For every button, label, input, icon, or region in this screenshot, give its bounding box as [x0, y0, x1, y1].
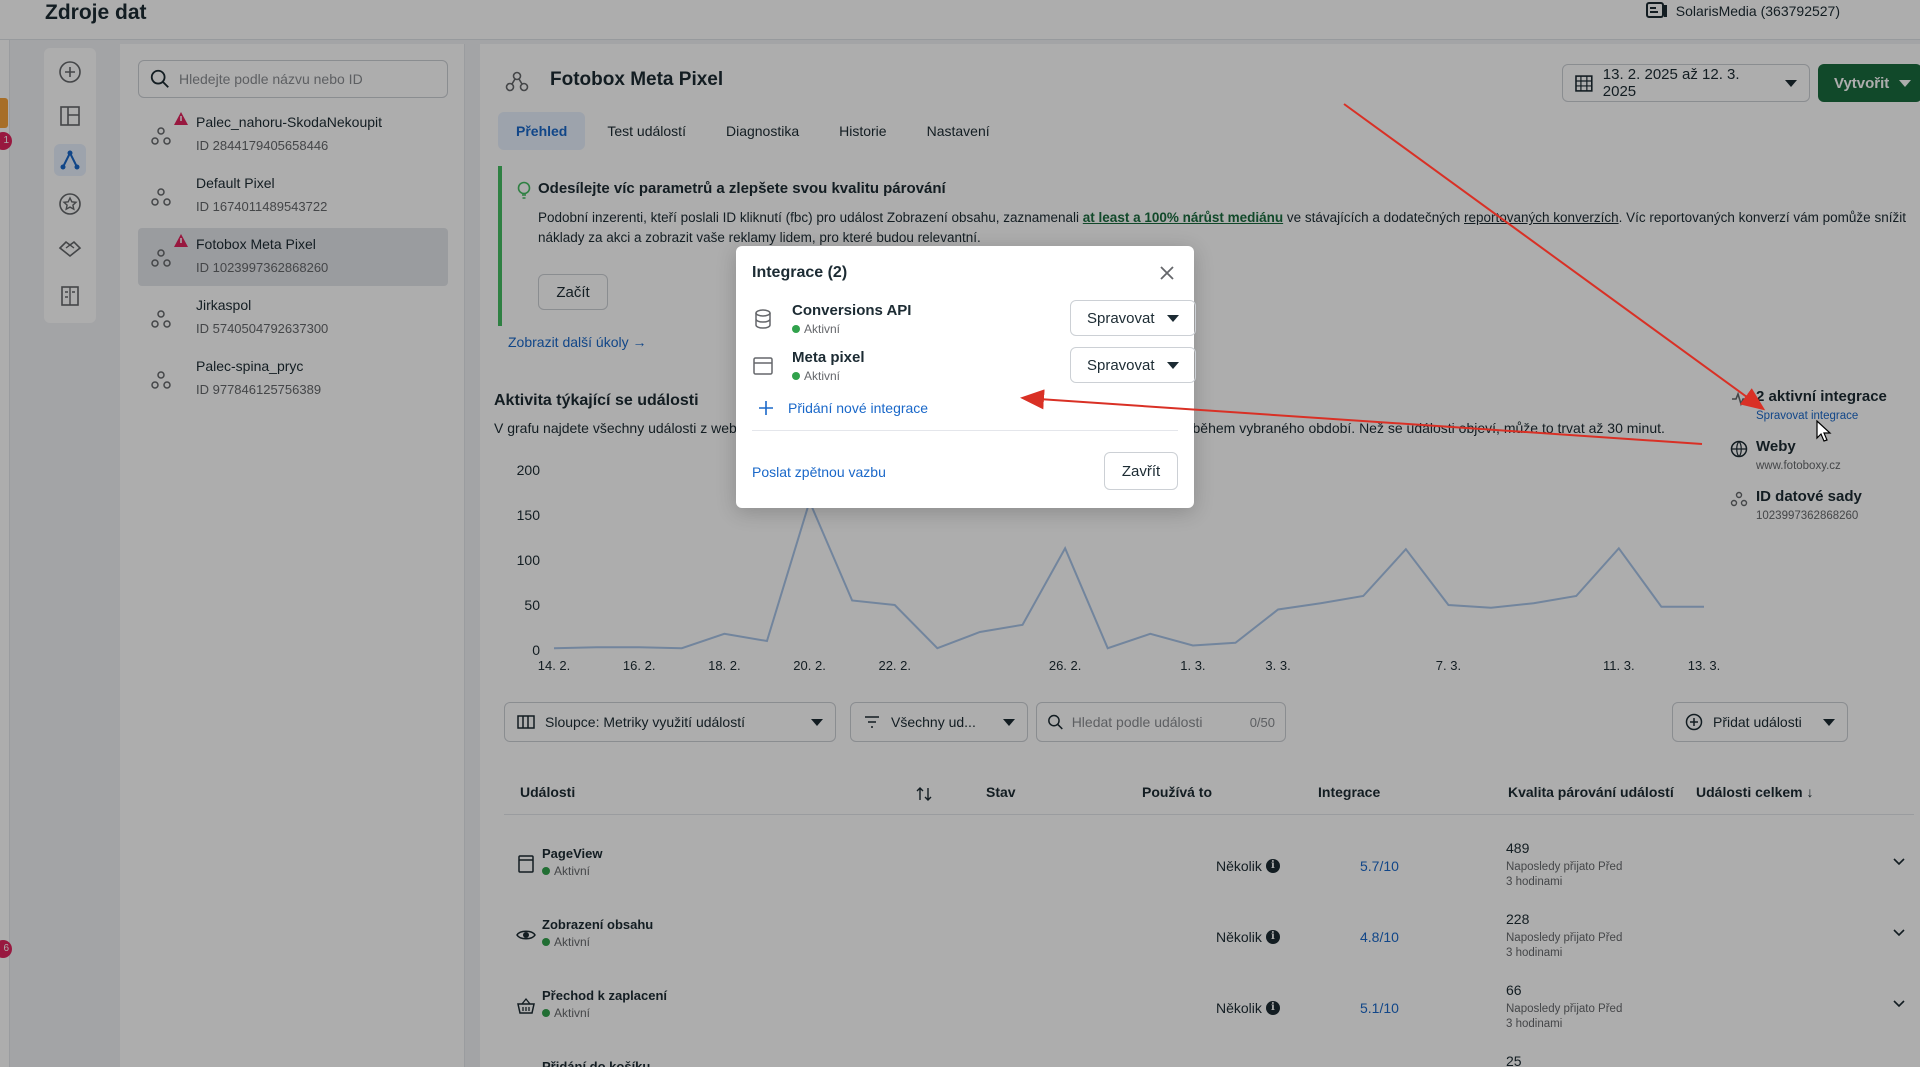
manage-conversions-api-button[interactable]: Spravovat	[1070, 300, 1196, 336]
modal-backdrop[interactable]	[0, 0, 1920, 1067]
close-button[interactable]: Zavřít	[1104, 452, 1178, 490]
integration-name: Conversions API	[792, 302, 912, 319]
integrations-dialog: Integrace (2) Conversions API Aktivní Sp…	[736, 246, 1196, 508]
manage-label: Spravovat	[1087, 309, 1155, 327]
active-status-dot	[792, 372, 800, 380]
mouse-cursor-icon	[1816, 420, 1832, 442]
caret-down-icon	[1166, 314, 1179, 322]
integration-status-label: Aktivní	[804, 369, 841, 383]
active-status-dot	[792, 325, 800, 333]
manage-meta-pixel-button[interactable]: Spravovat	[1070, 347, 1196, 383]
integration-name: Meta pixel	[792, 349, 865, 366]
browser-window-icon	[753, 357, 773, 375]
integration-status-label: Aktivní	[804, 322, 841, 336]
dialog-divider	[752, 430, 1178, 431]
send-feedback-link[interactable]: Poslat zpětnou vazbu	[752, 464, 886, 480]
database-icon	[755, 309, 771, 329]
integration-row-conversions-api: Conversions API Aktivní Spravovat	[752, 300, 1196, 346]
integration-status: Aktivní	[792, 369, 840, 383]
dialog-title: Integrace (2)	[752, 264, 848, 281]
manage-label: Spravovat	[1087, 356, 1155, 374]
integration-row-meta-pixel: Meta pixel Aktivní Spravovat	[752, 347, 1196, 393]
caret-down-icon	[1166, 361, 1179, 369]
close-icon[interactable]	[1158, 264, 1176, 282]
integration-status: Aktivní	[792, 322, 840, 336]
add-integration-link[interactable]: Přidání nové integrace	[758, 400, 928, 416]
plus-icon	[759, 401, 773, 415]
add-integration-label: Přidání nové integrace	[788, 400, 929, 416]
